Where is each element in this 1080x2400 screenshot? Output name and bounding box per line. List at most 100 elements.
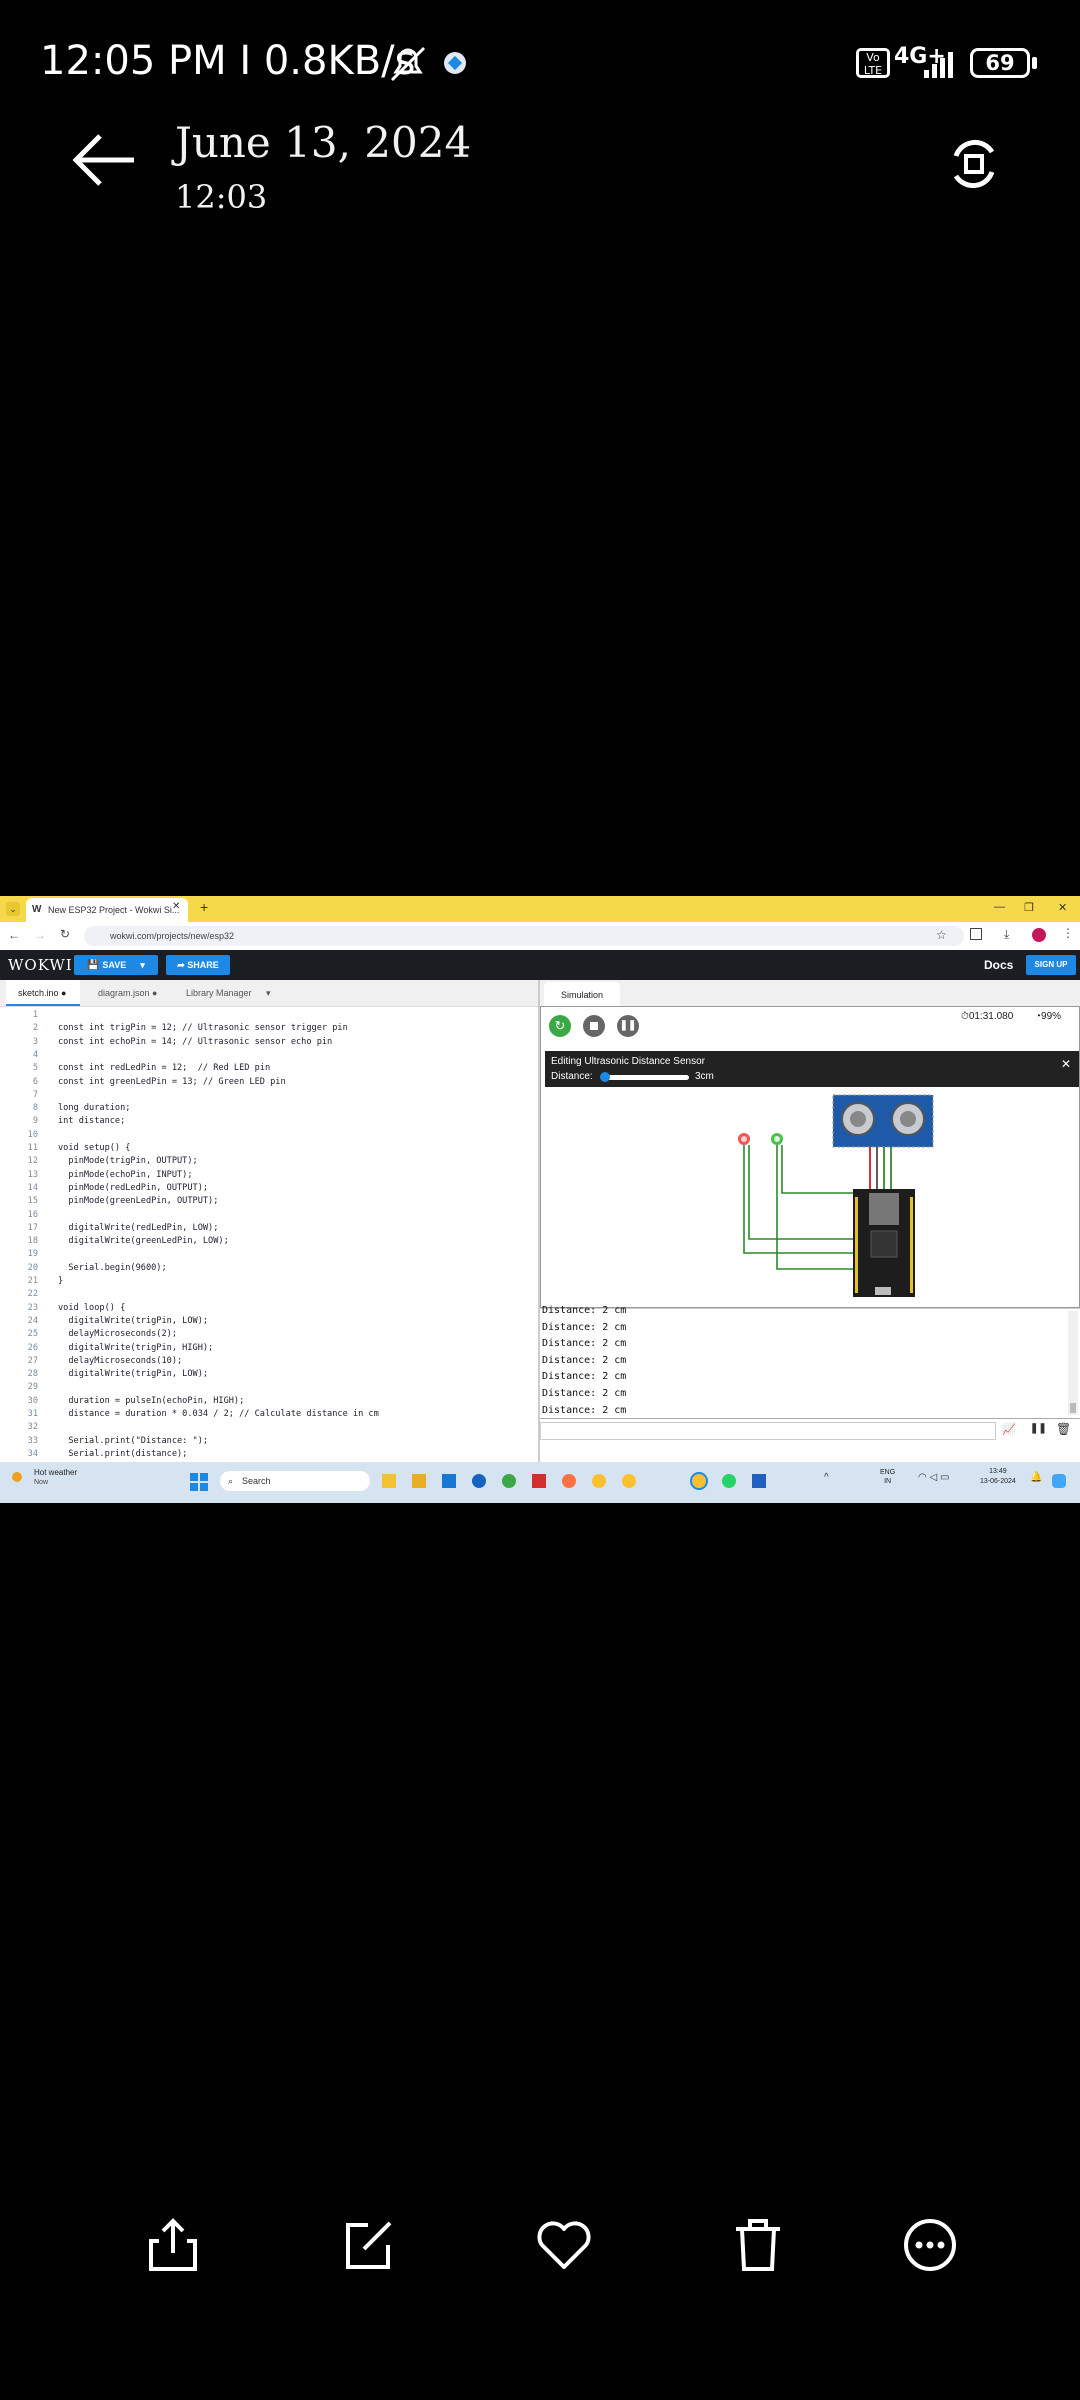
download-icon[interactable]: ⤓ (1004, 927, 1009, 942)
code-line: digitalWrite(trigPin, HIGH); (58, 1342, 214, 1353)
clear-serial-icon[interactable]: 🗑 (1056, 1422, 1071, 1436)
green-led[interactable] (771, 1133, 783, 1145)
mute-bell-icon (390, 46, 426, 82)
url-field[interactable]: wokwi.com/projects/new/esp32 (84, 926, 964, 946)
word-icon[interactable] (752, 1474, 766, 1488)
volte-icon: Vo LTE (856, 48, 890, 78)
favorite-heart-icon[interactable] (534, 2215, 594, 2275)
tab-simulation[interactable]: Simulation (544, 982, 620, 1006)
save-button[interactable]: 💾 SAVE ▾ (74, 955, 158, 975)
share-button[interactable]: ➦ SHARE (166, 955, 230, 975)
wokwi-favicon: W (32, 904, 42, 915)
app-icon-green[interactable] (502, 1474, 516, 1488)
notification-bell-icon[interactable]: 🔔 (1030, 1472, 1042, 1483)
window-close-icon[interactable]: ✕ (1058, 901, 1067, 914)
photo-date: June 13, 2024 (175, 118, 472, 167)
language-indicator[interactable]: ENG IN (880, 1468, 895, 1486)
tab-library-manager[interactable]: Library Manager ▾ (186, 988, 271, 999)
line-number: 15 (27, 1196, 38, 1207)
code-area[interactable]: 1 2 const int trigPin = 12; // Ultrasonic … (0, 1010, 538, 1490)
file-explorer-icon[interactable] (382, 1474, 396, 1488)
firefox-icon[interactable] (562, 1474, 576, 1488)
chrome-icon-active[interactable] (690, 1472, 708, 1490)
profile-avatar[interactable] (1032, 928, 1046, 942)
delete-trash-icon[interactable] (728, 2215, 788, 2275)
file-tabs: sketch.ino ● diagram.json ● Library Mana… (0, 980, 538, 1007)
docs-link[interactable]: Docs (984, 958, 1013, 972)
mcafee-icon[interactable] (532, 1474, 546, 1488)
code-line: pinMode(echoPin, INPUT); (58, 1169, 193, 1180)
rotate-icon[interactable] (944, 134, 1004, 194)
line-number: 2 (32, 1023, 38, 1034)
whatsapp-icon[interactable] (722, 1474, 736, 1488)
share-icon[interactable] (143, 2215, 203, 2275)
line-number: 34 (27, 1448, 38, 1459)
red-led[interactable] (738, 1133, 750, 1145)
edit-icon[interactable] (338, 2215, 398, 2275)
back-icon[interactable]: ← (8, 928, 20, 942)
bookmark-star-icon[interactable]: ☆ (936, 928, 947, 942)
minimize-icon[interactable]: — (994, 901, 1005, 913)
copilot-icon[interactable] (1052, 1474, 1066, 1488)
serial-scrollbar[interactable] (1068, 1311, 1078, 1415)
reload-icon[interactable]: ↻ (60, 927, 70, 941)
new-tab-icon[interactable]: + (200, 899, 208, 915)
browser-tab-bar: ⌄ New ESP32 Project - Wokwi Si... W ✕ + … (0, 896, 1080, 922)
search-label: Search (242, 1476, 271, 1486)
tab-list-icon[interactable]: ⌄ (6, 902, 20, 916)
back-arrow-icon[interactable] (70, 130, 140, 190)
code-line: digitalWrite(trigPin, LOW); (58, 1315, 209, 1326)
signup-button[interactable]: SIGN UP (1026, 955, 1076, 975)
chrome-icon-2[interactable] (622, 1474, 636, 1488)
plotter-icon[interactable]: 📈 (1002, 1423, 1016, 1436)
code-line: digitalWrite(redLedPin, LOW); (58, 1222, 219, 1233)
forward-icon[interactable]: → (34, 928, 46, 942)
wokwi-logo[interactable]: WOKWI (8, 956, 73, 974)
line-number: 16 (27, 1209, 38, 1220)
status-time: 12:05 PM (40, 38, 227, 84)
store-icon[interactable] (442, 1474, 456, 1488)
line-number: 11 (27, 1143, 38, 1153)
lang-label: ENG (880, 1469, 896, 1476)
weather-title[interactable]: Hot weather (34, 1468, 77, 1477)
chrome-icon-1[interactable] (592, 1474, 606, 1488)
code-line: digitalWrite(greenLedPin, LOW); (58, 1236, 229, 1247)
esp32-board[interactable] (853, 1189, 915, 1297)
wifi-speaker-battery-icons[interactable]: ◠ ◁ ▭ (918, 1472, 949, 1483)
serial-monitor[interactable]: Distance: 2 cm Distance: 2 cm Distance: 2 … (540, 1305, 1080, 1419)
extensions-icon[interactable] (970, 928, 982, 940)
browser-menu-icon[interactable]: ⋮ (1062, 926, 1074, 940)
windows-start-icon[interactable] (190, 1473, 208, 1491)
code-line: const int redLedPin = 12; // Red LED pin (58, 1063, 271, 1074)
line-number: 5 (32, 1063, 38, 1074)
circuit-diagram (738, 1094, 934, 1297)
code-line: pinMode(redLedPin, OUTPUT); (58, 1182, 209, 1193)
folder-icon[interactable] (412, 1474, 426, 1488)
line-number: 17 (27, 1222, 38, 1233)
windows-taskbar: Hot weather Now ⌕ Search ^ ENG IN ◠ ◁ ▭ 13… (0, 1462, 1080, 1503)
edge-icon[interactable] (472, 1474, 486, 1488)
code-line: delayMicroseconds(2); (58, 1329, 177, 1340)
tab-sketch-ino[interactable]: sketch.ino ● (18, 988, 66, 998)
battery-icon: 69 (970, 48, 1030, 78)
code-line: duration = pulseIn(echoPin, HIGH); (58, 1395, 245, 1406)
code-line: Serial.print("Distance: "); (58, 1435, 209, 1446)
serial-input-field[interactable] (540, 1422, 996, 1440)
region-label: IN (884, 1478, 892, 1485)
maximize-icon[interactable]: ❐ (1024, 901, 1034, 914)
save-dropdown-icon[interactable]: ▾ (140, 960, 145, 970)
tab-diagram-json[interactable]: diagram.json ● (98, 988, 157, 998)
browser-tab[interactable]: New ESP32 Project - Wokwi Si... (26, 898, 188, 922)
line-number: 14 (27, 1182, 38, 1193)
pause-serial-icon[interactable]: ❚❚ (1030, 1423, 1047, 1434)
serial-line: Distance: 2 cm (542, 1305, 627, 1316)
simulation-canvas[interactable]: ↻ ❚❚ ⏱01:31.080 ◔99% Editing Ultrasonic … (540, 1006, 1080, 1308)
tab-close-icon[interactable]: ✕ (172, 901, 180, 912)
tab-sketch-label: sketch.ino (18, 988, 59, 998)
more-options-icon[interactable] (900, 2215, 960, 2275)
taskbar-search[interactable]: ⌕ Search (220, 1471, 370, 1491)
code-line: distance = duration * 0.034 / 2; // Calc… (58, 1409, 379, 1419)
ultrasonic-sensor[interactable] (832, 1094, 934, 1148)
taskbar-clock[interactable]: 13:49 13-06-2024 (980, 1467, 1016, 1487)
tray-expand-icon[interactable]: ^ (824, 1472, 829, 1483)
